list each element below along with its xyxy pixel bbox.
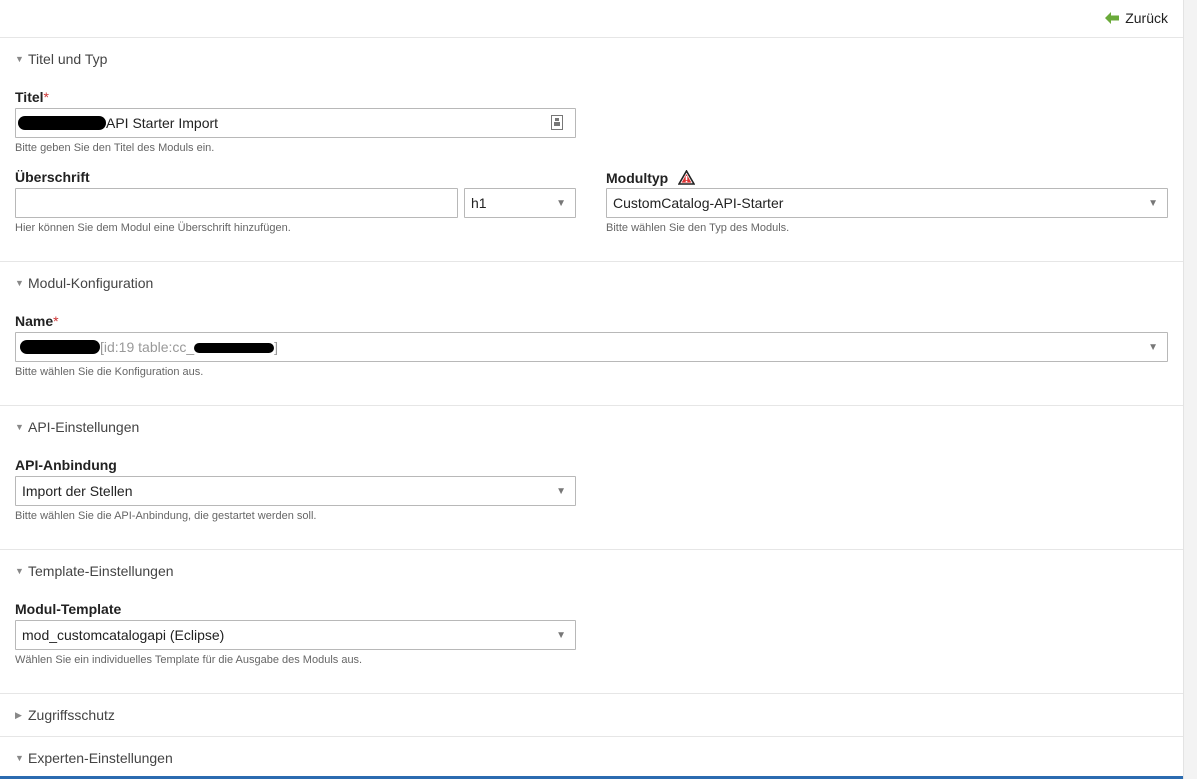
page-picker-icon[interactable] [551,115,563,133]
ueberschrift-level-value: h1 [471,195,487,211]
modul-template-help: Wählen Sie ein individuelles Template fü… [15,654,363,666]
ueberschrift-help: Hier können Sie dem Modul eine Überschri… [15,222,291,234]
legend-api-einstellungen[interactable]: ▼ API-Einstellungen [15,419,139,435]
modul-template-value: mod_customcatalogapi (Eclipse) [22,627,225,643]
ueberschrift-input[interactable] [15,188,458,218]
warning-icon [677,169,696,185]
modultyp-value: CustomCatalog-API-Starter [613,195,784,211]
titel-value-text: API Starter Import [106,115,219,131]
titel-value: API Starter Import [18,115,219,131]
api-anbindung-value: Import der Stellen [22,483,133,499]
ueberschrift-label: Überschrift [15,169,90,185]
section-divider [0,405,1183,406]
chevron-down-icon: ▼ [1148,342,1158,353]
triangle-down-icon: ▼ [15,422,24,432]
redaction [194,343,275,353]
redaction [20,340,100,354]
legend-label: Experten-Einstellungen [28,750,173,766]
required-mark: * [53,313,59,329]
name-label-text: Name [15,313,54,329]
titel-label: Titel* [15,89,49,105]
legend-experten-einstellungen[interactable]: ▼ Experten-Einstellungen [15,750,173,766]
api-anbindung-select[interactable]: Import der Stellen ▼ [15,476,576,506]
legend-label: API-Einstellungen [28,419,140,435]
chevron-down-icon: ▼ [556,486,566,497]
name-select[interactable]: [id:19 table:cc_] ▼ [15,332,1168,362]
name-help: Bitte wählen Sie die Konfiguration aus. [15,366,204,378]
ueberschrift-level-select[interactable]: h1 ▼ [464,188,576,218]
triangle-right-icon: ▶ [15,709,22,720]
api-anbindung-label: API-Anbindung [15,457,117,473]
name-label: Name* [15,313,59,329]
back-label: Zurück [1125,10,1168,26]
legend-template-einstellungen[interactable]: ▼ Template-Einstellungen [15,563,174,579]
legend-label: Template-Einstellungen [28,563,174,579]
legend-label: Titel und Typ [28,51,108,67]
redaction [18,116,106,130]
modul-template-select[interactable]: mod_customcatalogapi (Eclipse) ▼ [15,620,576,650]
chevron-down-icon: ▼ [1148,198,1158,209]
section-divider [0,693,1183,694]
main-panel: Zurück ▼ Titel und Typ Titel* API Starte… [0,0,1183,779]
modul-template-label: Modul-Template [15,601,122,617]
chevron-down-icon: ▼ [556,198,566,209]
header-bar: Zurück [0,0,1183,38]
modultyp-select[interactable]: CustomCatalog-API-Starter ▼ [606,188,1168,218]
api-anbindung-help: Bitte wählen Sie die API-Anbindung, die … [15,510,317,522]
legend-zugriffsschutz[interactable]: ▶ Zugriffsschutz [15,707,115,723]
section-divider [0,261,1183,262]
legend-label: Modul-Konfiguration [28,275,154,291]
modultyp-label-text: Modultyp [606,170,669,186]
titel-input[interactable]: API Starter Import [15,108,576,138]
arrow-left-icon [1105,12,1120,24]
name-value-end: ] [274,339,279,355]
vertical-scrollbar[interactable] [1183,0,1197,779]
section-divider [0,549,1183,550]
section-divider [0,736,1183,737]
name-value-text: [id:19 table:cc_ [100,339,195,355]
modultyp-label: Modultyp [606,169,696,186]
triangle-down-icon: ▼ [15,278,24,288]
back-button[interactable]: Zurück [1105,10,1168,26]
name-value: [id:19 table:cc_] [20,339,279,355]
triangle-down-icon: ▼ [15,753,24,763]
triangle-down-icon: ▼ [15,566,24,576]
legend-titel-und-typ[interactable]: ▼ Titel und Typ [15,51,107,67]
legend-modul-konfiguration[interactable]: ▼ Modul-Konfiguration [15,275,153,291]
chevron-down-icon: ▼ [556,630,566,641]
required-mark: * [43,89,49,105]
triangle-down-icon: ▼ [15,54,24,64]
titel-label-text: Titel [15,89,44,105]
legend-label: Zugriffsschutz [28,707,115,723]
titel-help: Bitte geben Sie den Titel des Moduls ein… [15,142,215,154]
modultyp-help: Bitte wählen Sie den Typ des Moduls. [606,222,790,234]
